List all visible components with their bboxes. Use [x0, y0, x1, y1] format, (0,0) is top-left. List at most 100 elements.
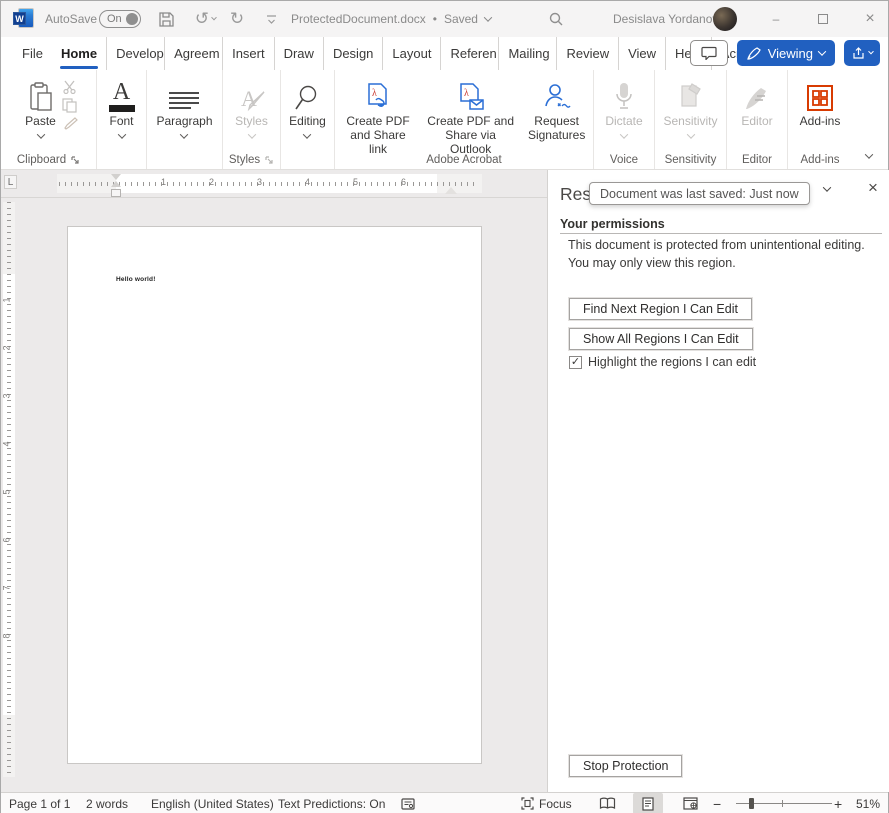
focus-icon [521, 797, 534, 810]
find-next-region-button[interactable]: Find Next Region I Can Edit [569, 298, 752, 320]
paragraph-button[interactable]: Paragraph [150, 76, 218, 169]
highlight-regions-checkbox-row[interactable]: ✓ Highlight the regions I can edit [569, 355, 756, 369]
svg-text:λ: λ [372, 88, 377, 99]
avatar[interactable] [713, 7, 737, 31]
group-adobe-acrobat: λ Create PDF and Share link λ Create PDF… [335, 70, 594, 169]
zoom-slider-midpoint [782, 800, 783, 807]
checkbox-checked-icon[interactable]: ✓ [569, 356, 582, 369]
language-indicator[interactable]: English (United States) [151, 793, 274, 813]
tab-review[interactable]: Review [556, 37, 618, 70]
pdf-link-icon: λ [364, 78, 392, 112]
sensitivity-group-label: Sensitivity [655, 154, 726, 166]
clipboard-group-label: Clipboard [1, 154, 96, 166]
signatures-label: Request Signatures [526, 114, 587, 142]
status-bar: Page 1 of 1 2 words English (United Stat… [1, 792, 888, 813]
tab-mailings[interactable]: Mailing [498, 37, 556, 70]
web-layout-button[interactable] [683, 793, 698, 813]
permissions-divider [560, 233, 882, 234]
show-all-regions-button[interactable]: Show All Regions I Can Edit [569, 328, 753, 350]
tab-developer[interactable]: Develop [106, 37, 164, 70]
print-layout-button[interactable] [633, 793, 663, 813]
permissions-line2: You may only view this region. [568, 256, 736, 270]
document-page[interactable]: Hello world! [67, 226, 482, 764]
autosave-label: AutoSave [45, 1, 97, 37]
save-status: Saved [444, 12, 478, 26]
collapse-ribbon-icon[interactable] [865, 150, 873, 158]
zoom-out-button[interactable]: − [713, 793, 721, 813]
share-icon [852, 47, 865, 60]
stop-protection-button[interactable]: Stop Protection [569, 755, 682, 777]
vruler-number: 5 [2, 489, 12, 494]
focus-mode-button[interactable]: Focus [521, 793, 572, 813]
minimize-button[interactable]: – [759, 1, 793, 37]
editing-button[interactable]: Editing [283, 76, 332, 169]
group-editing: Editing [281, 70, 335, 169]
share-button[interactable] [844, 40, 880, 66]
hruler-number: 5 [353, 177, 358, 187]
left-indent-marker[interactable] [111, 189, 121, 197]
tabrow-right-controls: Viewing [690, 40, 880, 66]
autosave-toggle[interactable]: On [99, 10, 141, 28]
tab-home[interactable]: Home [52, 37, 106, 70]
tab-insert[interactable]: Insert [222, 37, 274, 70]
pane-close-icon[interactable]: × [862, 178, 884, 198]
tab-view[interactable]: View [618, 37, 665, 70]
tab-selector[interactable]: L [4, 175, 17, 189]
paste-chevron-icon [36, 130, 44, 138]
tab-references[interactable]: Referen [440, 37, 498, 70]
save-icon[interactable] [153, 6, 179, 32]
undo-icon[interactable]: ↺ [189, 6, 215, 32]
styles-dialog-launcher-icon[interactable] [265, 156, 274, 165]
horizontal-ruler[interactable]: 1 2 3 4 5 6 [17, 174, 531, 193]
text-predictions-indicator[interactable]: Text Predictions: On [278, 793, 385, 813]
maximize-icon [818, 14, 828, 24]
redo-icon[interactable]: ↻ [224, 6, 250, 32]
addins-label: Add-ins [800, 114, 841, 128]
document-title-group[interactable]: ProtectedDocument.docx • Saved [291, 1, 491, 37]
tab-design[interactable]: Design [323, 37, 382, 70]
comment-icon [701, 46, 717, 60]
clipboard-dialog-launcher-icon[interactable] [71, 156, 80, 165]
dictate-label: Dictate [605, 114, 642, 128]
font-button[interactable]: A Font [103, 76, 141, 169]
user-name[interactable]: Desislava Yordanova [613, 1, 725, 37]
comments-button[interactable] [690, 40, 728, 66]
document-text[interactable]: Hello world! [116, 276, 156, 283]
paragraph-chevron-icon [180, 130, 188, 138]
search-icon[interactable] [543, 6, 569, 32]
tab-draw[interactable]: Draw [274, 37, 323, 70]
word-count[interactable]: 2 words [86, 793, 128, 813]
editing-chevron-icon [303, 130, 311, 138]
zoom-slider-thumb[interactable] [749, 798, 754, 809]
pane-collapse-icon[interactable] [823, 183, 831, 191]
read-mode-button[interactable] [599, 793, 616, 813]
font-chevron-icon [117, 130, 125, 138]
right-indent-marker[interactable] [445, 187, 457, 194]
copy-icon[interactable] [62, 98, 78, 113]
hanging-indent-marker[interactable] [111, 181, 121, 187]
group-addins: Add-ins Add-ins [788, 70, 852, 169]
page-indicator[interactable]: Page 1 of 1 [9, 793, 70, 813]
qat-overflow-icon[interactable] [258, 6, 284, 32]
tab-agreement[interactable]: Agreem [164, 37, 222, 70]
highlight-regions-label: Highlight the regions I can edit [588, 355, 756, 369]
format-painter-icon[interactable] [62, 117, 78, 130]
close-button[interactable]: × [853, 1, 887, 37]
tab-layout[interactable]: Layout [382, 37, 440, 70]
tab-file[interactable]: File [13, 37, 52, 70]
proofing-icon[interactable] [401, 793, 415, 813]
hruler-number: 6 [401, 177, 406, 187]
autosave-state: On [107, 13, 122, 25]
title-separator: • [433, 12, 437, 26]
maximize-button[interactable] [806, 1, 840, 37]
cut-icon[interactable] [62, 80, 78, 94]
zoom-in-button[interactable]: + [834, 793, 842, 813]
vruler-number: 8 [2, 633, 12, 638]
group-clipboard: Paste Clipboard [1, 70, 97, 169]
read-mode-icon [599, 797, 616, 810]
first-line-indent-marker[interactable] [111, 174, 121, 180]
zoom-percentage[interactable]: 51% [856, 793, 880, 813]
viewing-mode-button[interactable]: Viewing [737, 40, 835, 66]
vertical-ruler[interactable]: 1 2 3 4 5 6 7 8 [3, 202, 15, 777]
word-app-icon[interactable]: W [13, 1, 35, 37]
